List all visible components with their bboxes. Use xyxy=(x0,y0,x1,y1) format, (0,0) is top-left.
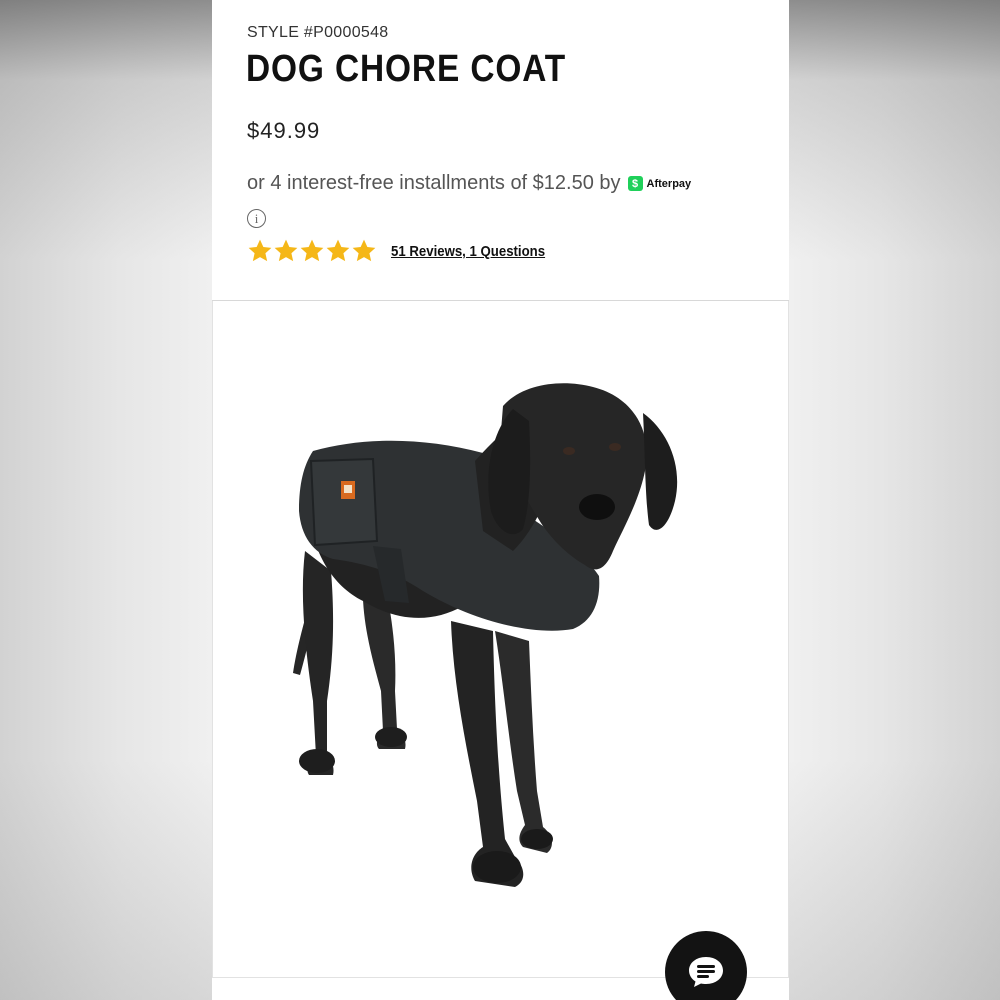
product-price: $49.99 xyxy=(247,118,321,143)
chat-bubble-icon xyxy=(689,957,723,987)
star-icon xyxy=(248,239,272,262)
dog-eye-left xyxy=(563,447,575,455)
star-icon xyxy=(352,239,376,262)
installments-text: or 4 interest-free installments of $12.5… xyxy=(247,172,621,194)
afterpay-badge[interactable]: $ Afterpay xyxy=(627,176,692,191)
star-icon xyxy=(300,239,324,262)
product-image-frame[interactable] xyxy=(212,301,789,978)
rating-row: 51 Reviews, 1 Questions xyxy=(247,238,566,264)
reviews-link[interactable]: 51 Reviews, 1 Questions xyxy=(391,243,545,260)
dog-front-leg-right xyxy=(495,631,552,853)
product-title: DOG CHORE COAT xyxy=(246,48,567,90)
star-rating xyxy=(247,238,377,264)
afterpay-logo-icon: $ xyxy=(627,176,643,191)
product-image xyxy=(293,383,678,887)
style-number: STYLE #P0000548 xyxy=(247,24,389,41)
dog-ear-right xyxy=(643,413,678,530)
product-page: STYLE #P0000548 DOG CHORE COAT $49.99 or… xyxy=(212,0,789,1000)
dog-paw xyxy=(375,727,407,747)
afterpay-label: Afterpay xyxy=(646,177,692,190)
afterpay-installments: or 4 interest-free installments of $12.5… xyxy=(247,172,691,195)
dog-back-leg-left xyxy=(302,551,334,775)
info-icon[interactable]: i xyxy=(247,209,266,228)
dog-eye-right xyxy=(609,443,621,451)
dog-paw xyxy=(473,851,521,883)
dog-ear-left xyxy=(488,409,531,535)
coat-pocket xyxy=(309,457,379,547)
dog-paw xyxy=(521,829,553,849)
dog-paw xyxy=(299,749,335,773)
star-icon xyxy=(274,239,298,262)
star-icon xyxy=(326,239,350,262)
dog-nose xyxy=(579,494,615,520)
